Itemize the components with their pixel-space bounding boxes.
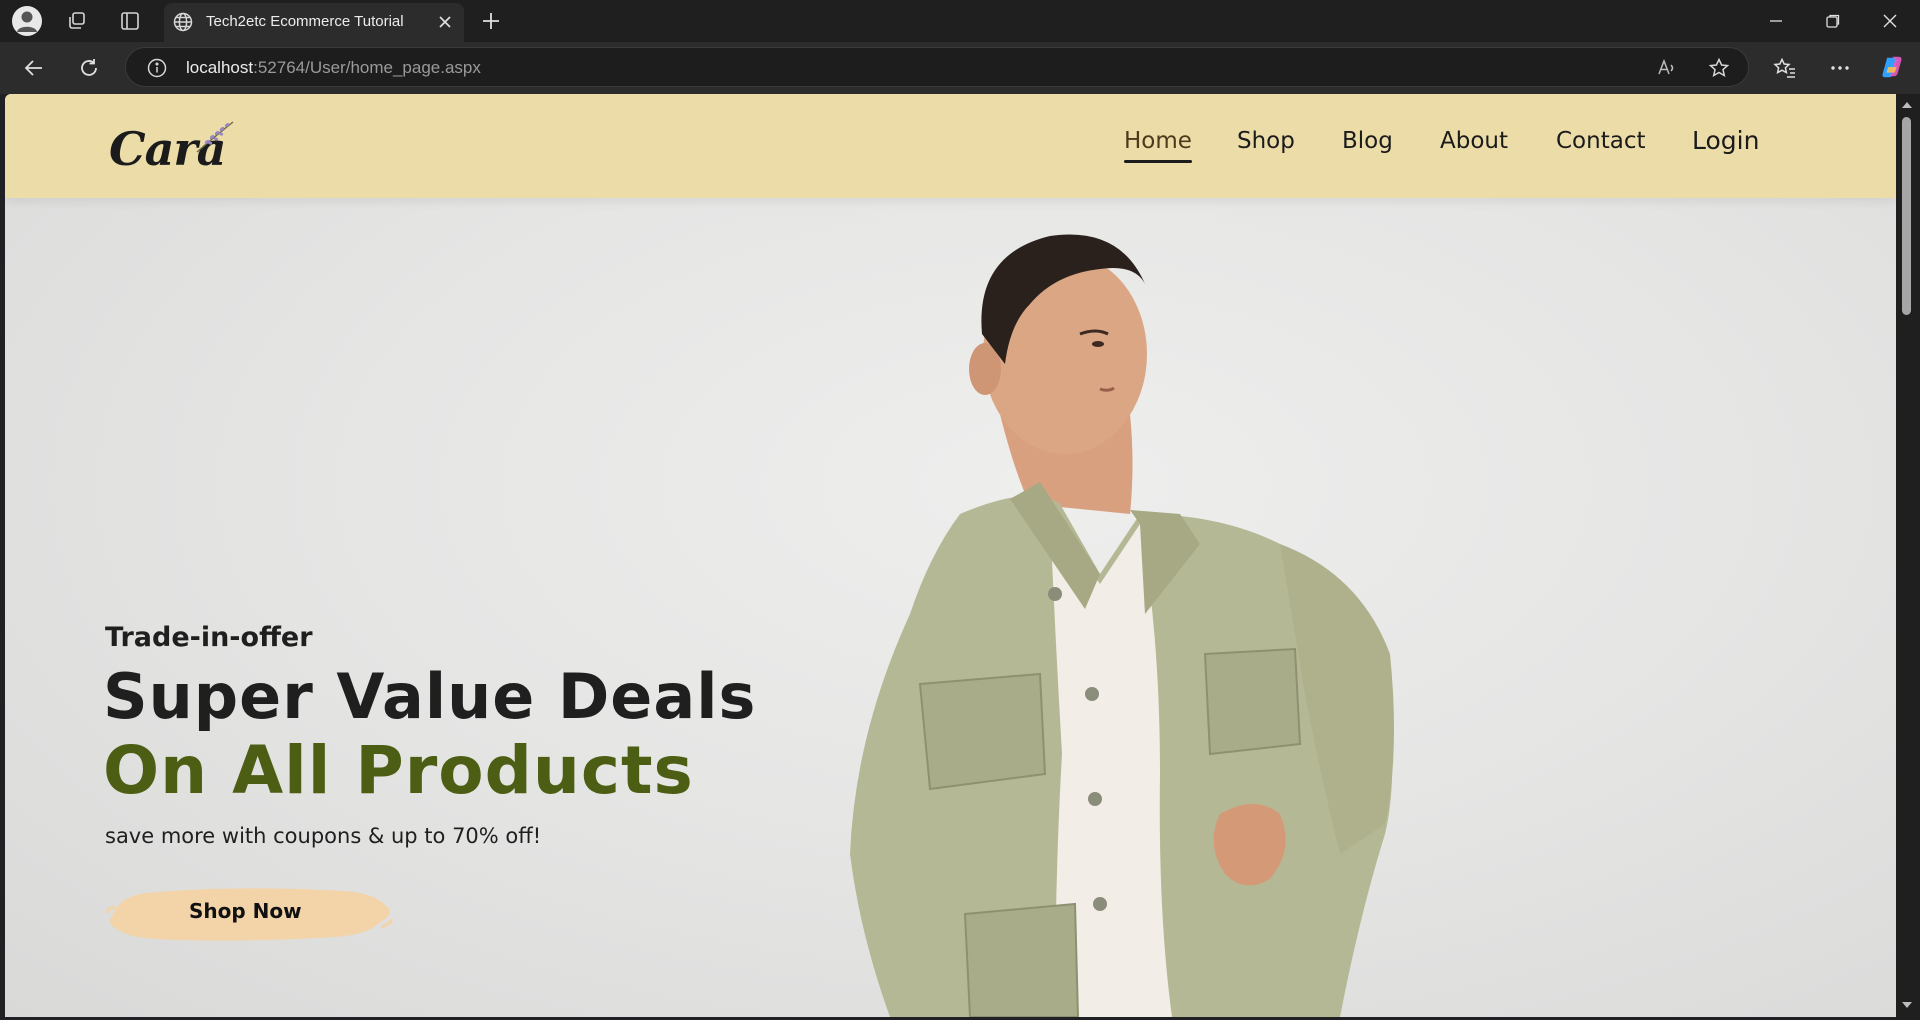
- hero-subtitle: save more with coupons & up to 70% off!: [105, 824, 542, 848]
- url-host: localhost: [186, 58, 254, 77]
- shop-now-label: Shop Now: [189, 899, 302, 923]
- page-scrollbar[interactable]: [1896, 94, 1920, 1020]
- nav-home-label: Home: [1124, 128, 1192, 154]
- read-aloud-icon[interactable]: [1656, 57, 1678, 84]
- favorite-star-icon[interactable]: [1708, 57, 1730, 84]
- new-tab-icon[interactable]: [478, 8, 504, 34]
- more-options-icon[interactable]: [1827, 55, 1853, 81]
- favorites-icon[interactable]: [1772, 55, 1798, 81]
- hero-headline: Super Value Deals: [103, 660, 757, 733]
- minimize-icon[interactable]: [1765, 10, 1787, 32]
- hero-eyebrow: Trade-in-offer: [105, 622, 313, 653]
- shop-now-button[interactable]: Shop Now: [105, 883, 395, 945]
- globe-icon: [172, 11, 194, 38]
- close-window-icon[interactable]: [1879, 10, 1901, 32]
- copilot-icon[interactable]: [1879, 54, 1905, 80]
- tab-active[interactable]: Tech2etc Ecommerce Tutorial: [164, 3, 464, 42]
- url-path: :52764/User/home_page.aspx: [253, 58, 481, 77]
- workspaces-icon[interactable]: [64, 8, 90, 34]
- hero-model-image: [850, 234, 1394, 1017]
- scroll-up-arrow-icon[interactable]: [1901, 100, 1913, 110]
- lavender-sprig-icon: [196, 121, 234, 153]
- nav-blog[interactable]: Blog: [1342, 128, 1393, 154]
- nav-home[interactable]: Home: [1124, 128, 1192, 163]
- nav-about[interactable]: About: [1440, 128, 1508, 154]
- refresh-icon[interactable]: [76, 55, 102, 81]
- address-bar[interactable]: localhost:52764/User/home_page.aspx: [125, 47, 1749, 87]
- brand-logo[interactable]: Cara: [105, 112, 235, 182]
- nav-shop[interactable]: Shop: [1237, 128, 1295, 154]
- nav-active-underline: [1124, 160, 1192, 163]
- hero-headline-accent: On All Products: [103, 732, 694, 809]
- back-arrow-icon[interactable]: [21, 55, 47, 81]
- tab-title: Tech2etc Ecommerce Tutorial: [206, 13, 404, 30]
- browser-tab-bar: Tech2etc Ecommerce Tutorial: [0, 0, 1920, 42]
- tab-actions-icon[interactable]: [117, 8, 143, 34]
- browser-toolbar: localhost:52764/User/home_page.aspx: [0, 42, 1920, 94]
- site-header: Cara Home Shop Blog About Contact Login: [5, 94, 1896, 198]
- scroll-down-arrow-icon[interactable]: [1901, 1000, 1913, 1010]
- nav-contact[interactable]: Contact: [1556, 128, 1645, 154]
- page-viewport: Cara Home Shop Blog About Contact Login: [5, 94, 1896, 1017]
- site-info-icon[interactable]: [146, 57, 168, 84]
- url-text[interactable]: localhost:52764/User/home_page.aspx: [186, 58, 481, 78]
- nav-login[interactable]: Login: [1692, 126, 1759, 155]
- hero-section: Trade-in-offer Super Value Deals On All …: [5, 198, 1896, 1017]
- scrollbar-thumb[interactable]: [1902, 117, 1911, 315]
- profile-avatar-icon[interactable]: [12, 6, 42, 36]
- restore-icon[interactable]: [1822, 10, 1844, 32]
- close-tab-icon[interactable]: [436, 13, 454, 36]
